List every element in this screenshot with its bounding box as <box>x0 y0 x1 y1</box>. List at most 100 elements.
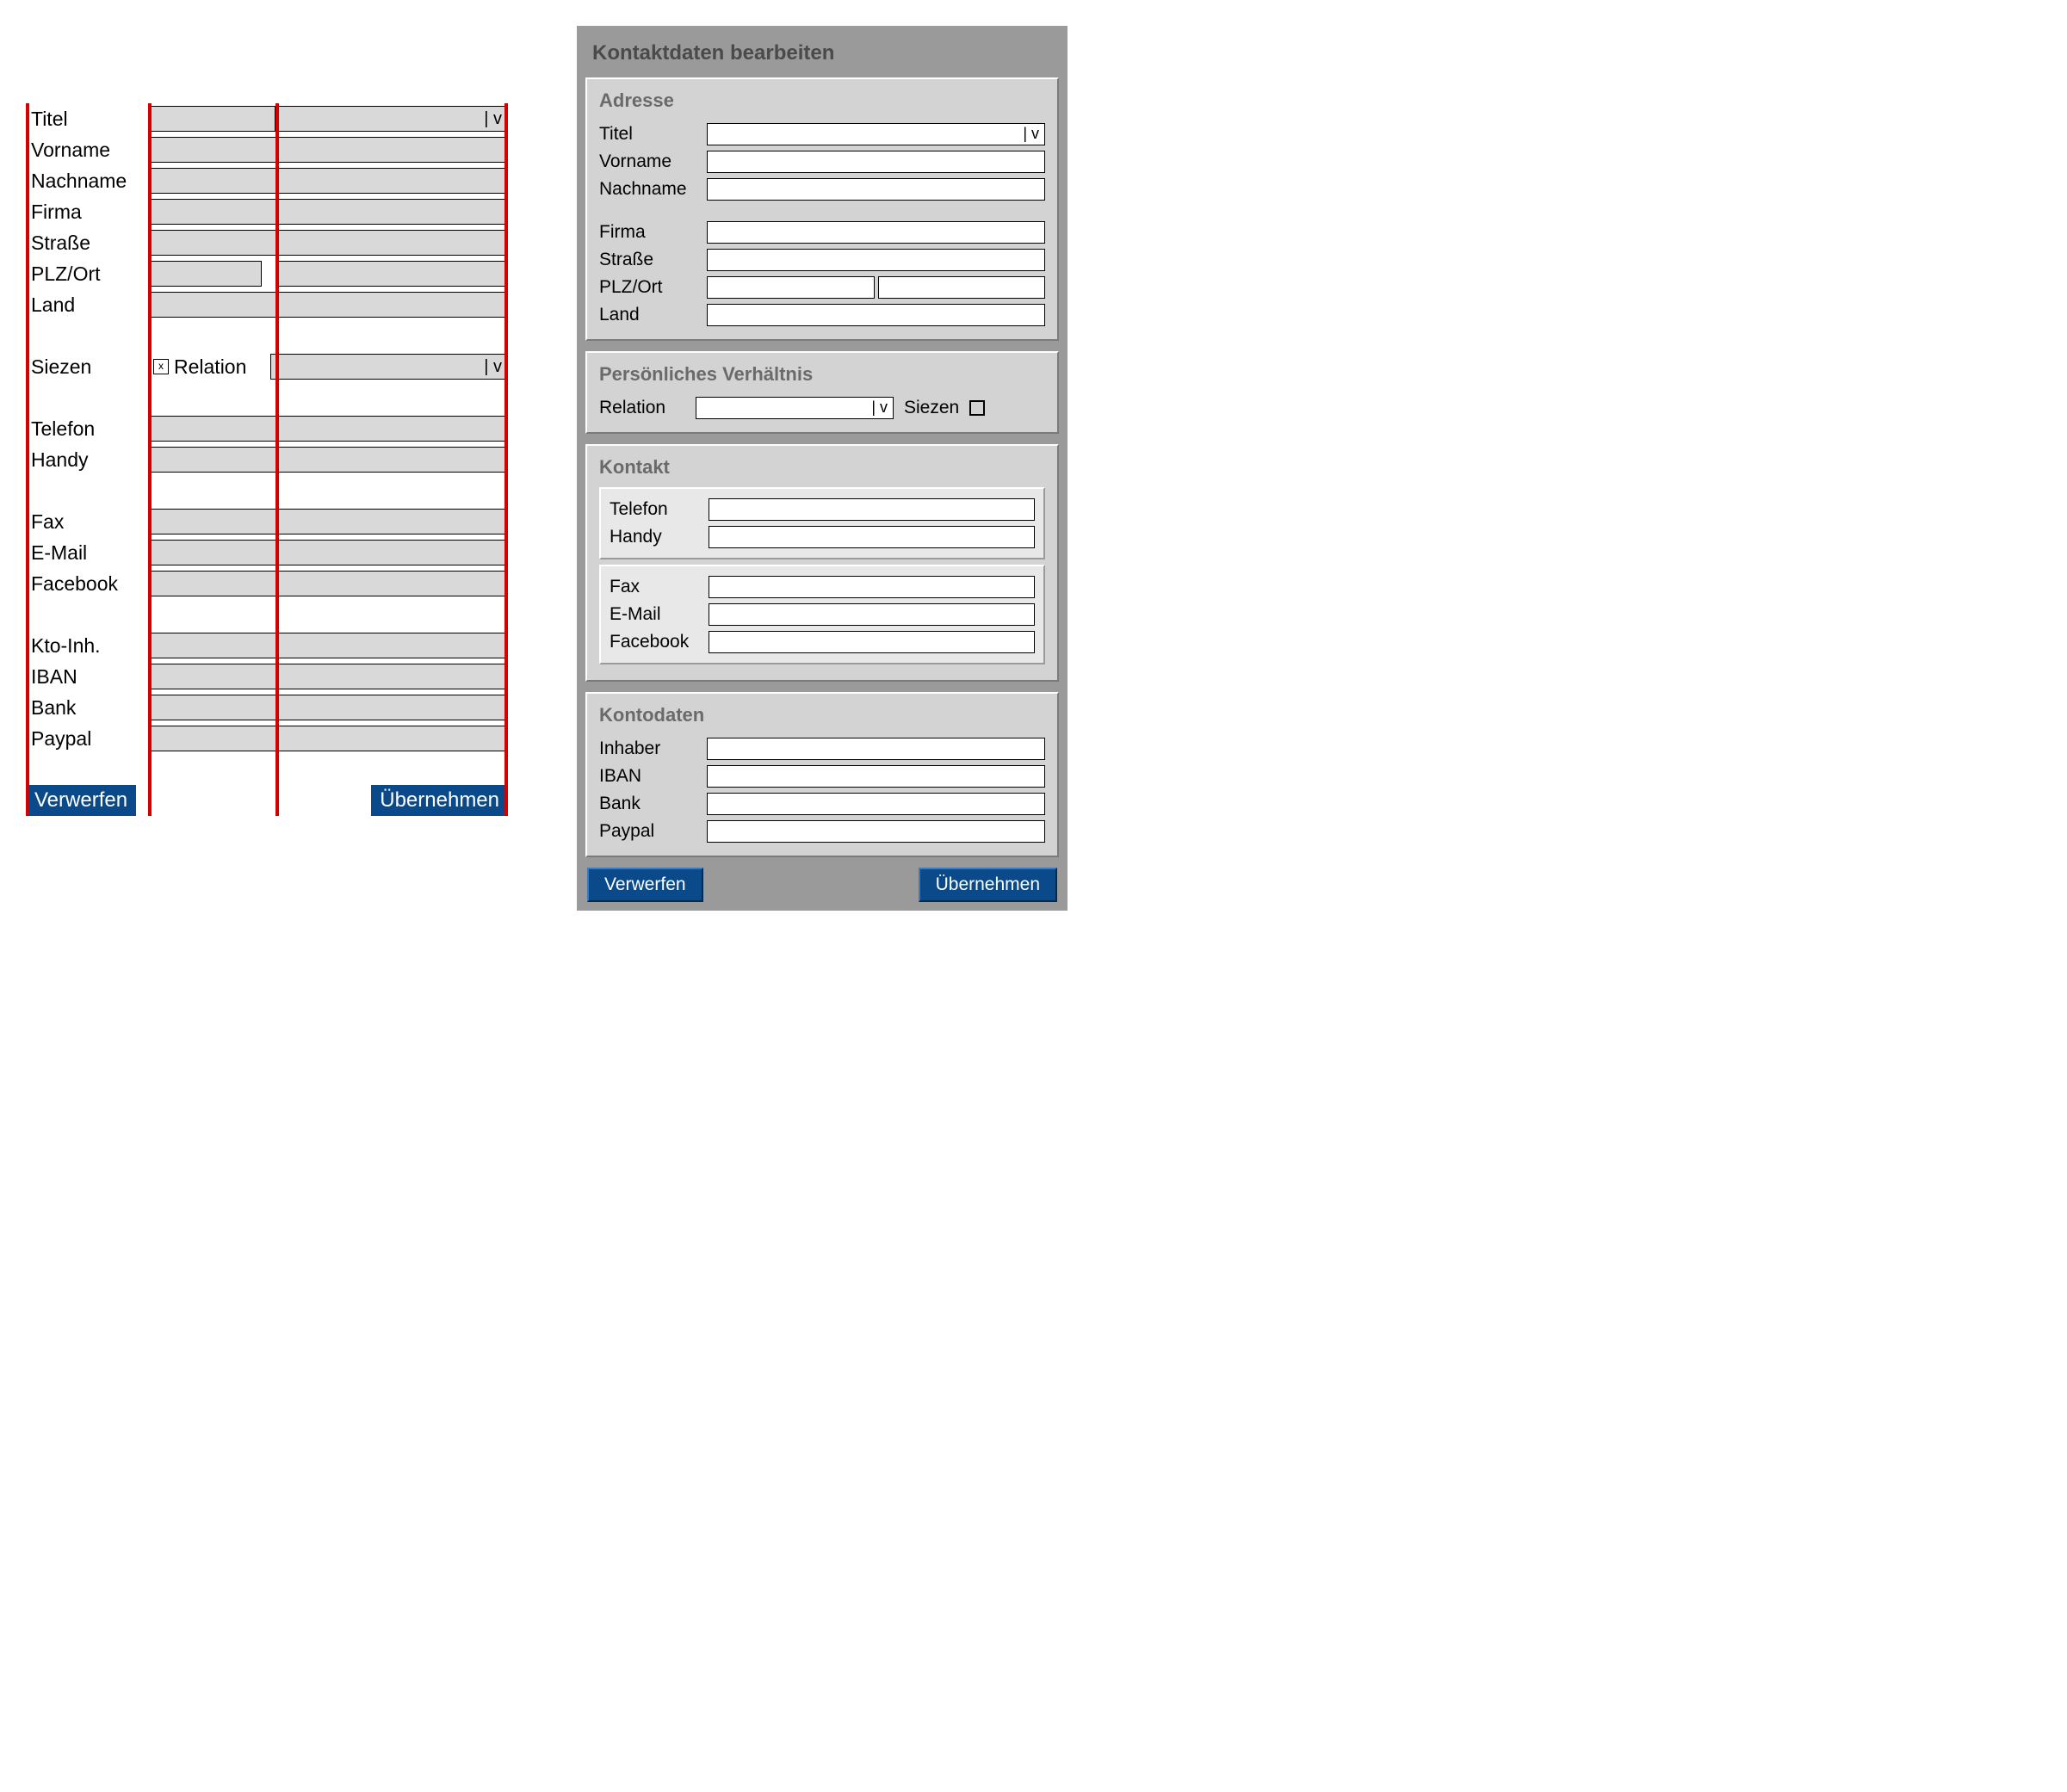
wireframe-form: Titel | v Vorname Nachname Firma Straße … <box>26 26 508 816</box>
check-icon: x <box>158 360 164 372</box>
label-firma: Firma <box>26 201 148 224</box>
wf-account-block: Kto-Inh. IBAN Bank Paypal <box>26 630 508 754</box>
label-email: E-Mail <box>26 541 148 565</box>
subgroup-online: Fax E-Mail Facebook <box>599 565 1045 664</box>
siezen-checkbox[interactable] <box>969 400 985 416</box>
group-title-verhaeltnis: Persönliches Verhältnis <box>599 363 1045 386</box>
guide-line <box>26 103 29 816</box>
land-field[interactable] <box>707 304 1045 326</box>
titel-field-short[interactable] <box>148 106 275 132</box>
dialog-title: Kontaktdaten bearbeiten <box>585 34 1059 77</box>
wf-phone-block: Telefon Handy <box>26 413 508 475</box>
ktoinh-field[interactable] <box>148 633 508 658</box>
accept-button[interactable]: Übernehmen <box>371 785 508 816</box>
facebook-field[interactable] <box>709 631 1035 653</box>
group-title-kontodaten: Kontodaten <box>599 704 1045 726</box>
label-facebook: Facebook <box>26 572 148 596</box>
plz-field[interactable] <box>707 276 875 299</box>
facebook-field[interactable] <box>148 571 508 596</box>
label-paypal: Paypal <box>26 727 148 751</box>
group-title-kontakt: Kontakt <box>599 456 1045 479</box>
guide-line <box>148 103 152 816</box>
label-firma: Firma <box>599 222 707 243</box>
paypal-field[interactable] <box>148 726 508 751</box>
chevron-down-icon: | v <box>484 108 502 129</box>
group-title-adresse: Adresse <box>599 90 1045 112</box>
nachname-field[interactable] <box>148 168 508 194</box>
accept-button[interactable]: Übernehmen <box>919 868 1057 902</box>
label-vorname: Vorname <box>26 139 148 162</box>
label-strasse: Straße <box>26 232 148 255</box>
label-bank: Bank <box>599 794 707 814</box>
fax-field[interactable] <box>709 576 1035 598</box>
telefon-field[interactable] <box>709 498 1035 521</box>
firma-field[interactable] <box>707 221 1045 244</box>
bank-field[interactable] <box>148 695 508 720</box>
email-field[interactable] <box>709 603 1035 626</box>
label-siezen: Siezen <box>26 355 148 379</box>
chevron-down-icon: | v <box>871 399 888 417</box>
discard-button[interactable]: Verwerfen <box>26 785 136 816</box>
label-relation: Relation <box>174 355 270 379</box>
wf-online-block: Fax E-Mail Facebook <box>26 506 508 599</box>
label-inhaber: Inhaber <box>599 738 707 759</box>
label-paypal: Paypal <box>599 821 707 842</box>
label-handy: Handy <box>610 527 709 547</box>
inhaber-field[interactable] <box>707 738 1045 760</box>
label-bank: Bank <box>26 696 148 720</box>
titel-dropdown[interactable]: | v <box>275 106 508 132</box>
strasse-field[interactable] <box>148 230 508 256</box>
label-relation: Relation <box>599 398 685 418</box>
wf-button-bar: Verwerfen Übernehmen <box>26 785 508 816</box>
label-handy: Handy <box>26 448 148 472</box>
group-kontodaten: Kontodaten Inhaber IBAN Bank Paypal <box>585 692 1059 857</box>
label-plzort: PLZ/Ort <box>599 277 707 298</box>
relation-dropdown[interactable]: | v <box>696 397 894 419</box>
handy-field[interactable] <box>148 447 508 473</box>
plz-field[interactable] <box>150 261 262 287</box>
firma-field[interactable] <box>148 199 508 225</box>
label-telefon: Telefon <box>610 499 709 520</box>
group-verhaeltnis: Persönliches Verhältnis Relation | v Sie… <box>585 351 1059 434</box>
contact-edit-dialog: Kontaktdaten bearbeiten Adresse Titel | … <box>577 26 1068 911</box>
strasse-field[interactable] <box>707 249 1045 271</box>
group-adresse: Adresse Titel | v Vorname Nachname Firma… <box>585 77 1059 341</box>
wf-relation-block: Siezen x Relation | v <box>26 351 508 382</box>
label-telefon: Telefon <box>26 417 148 441</box>
subgroup-phone: Telefon Handy <box>599 487 1045 559</box>
siezen-checkbox[interactable]: x <box>153 359 169 374</box>
relation-dropdown[interactable]: | v <box>270 354 508 380</box>
nachname-field[interactable] <box>707 178 1045 201</box>
handy-field[interactable] <box>709 526 1035 548</box>
ort-field[interactable] <box>878 276 1046 299</box>
fax-field[interactable] <box>148 509 508 535</box>
label-nachname: Nachname <box>599 179 707 200</box>
label-fax: Fax <box>26 510 148 534</box>
label-siezen: Siezen <box>904 398 959 418</box>
label-facebook: Facebook <box>610 632 709 652</box>
label-plzort: PLZ/Ort <box>26 263 148 286</box>
label-fax: Fax <box>610 577 709 597</box>
titel-dropdown[interactable]: | v <box>707 123 1045 145</box>
guide-line <box>275 103 279 816</box>
iban-field[interactable] <box>148 664 508 689</box>
paypal-field[interactable] <box>707 820 1045 843</box>
label-iban: IBAN <box>26 665 148 689</box>
email-field[interactable] <box>148 540 508 565</box>
label-land: Land <box>26 294 148 317</box>
vorname-field[interactable] <box>148 137 508 163</box>
telefon-field[interactable] <box>148 416 508 442</box>
iban-field[interactable] <box>707 765 1045 788</box>
label-titel: Titel <box>26 108 148 131</box>
label-vorname: Vorname <box>599 151 707 172</box>
wf-address-block: Titel | v Vorname Nachname Firma Straße … <box>26 103 508 320</box>
land-field[interactable] <box>148 292 508 318</box>
group-kontakt: Kontakt Telefon Handy Fax E-Mail Faceboo… <box>585 444 1059 682</box>
label-email: E-Mail <box>610 604 709 625</box>
ort-field[interactable] <box>275 261 508 287</box>
discard-button[interactable]: Verwerfen <box>587 868 703 902</box>
bank-field[interactable] <box>707 793 1045 815</box>
vorname-field[interactable] <box>707 151 1045 173</box>
label-nachname: Nachname <box>26 170 148 193</box>
guide-line <box>504 103 508 816</box>
